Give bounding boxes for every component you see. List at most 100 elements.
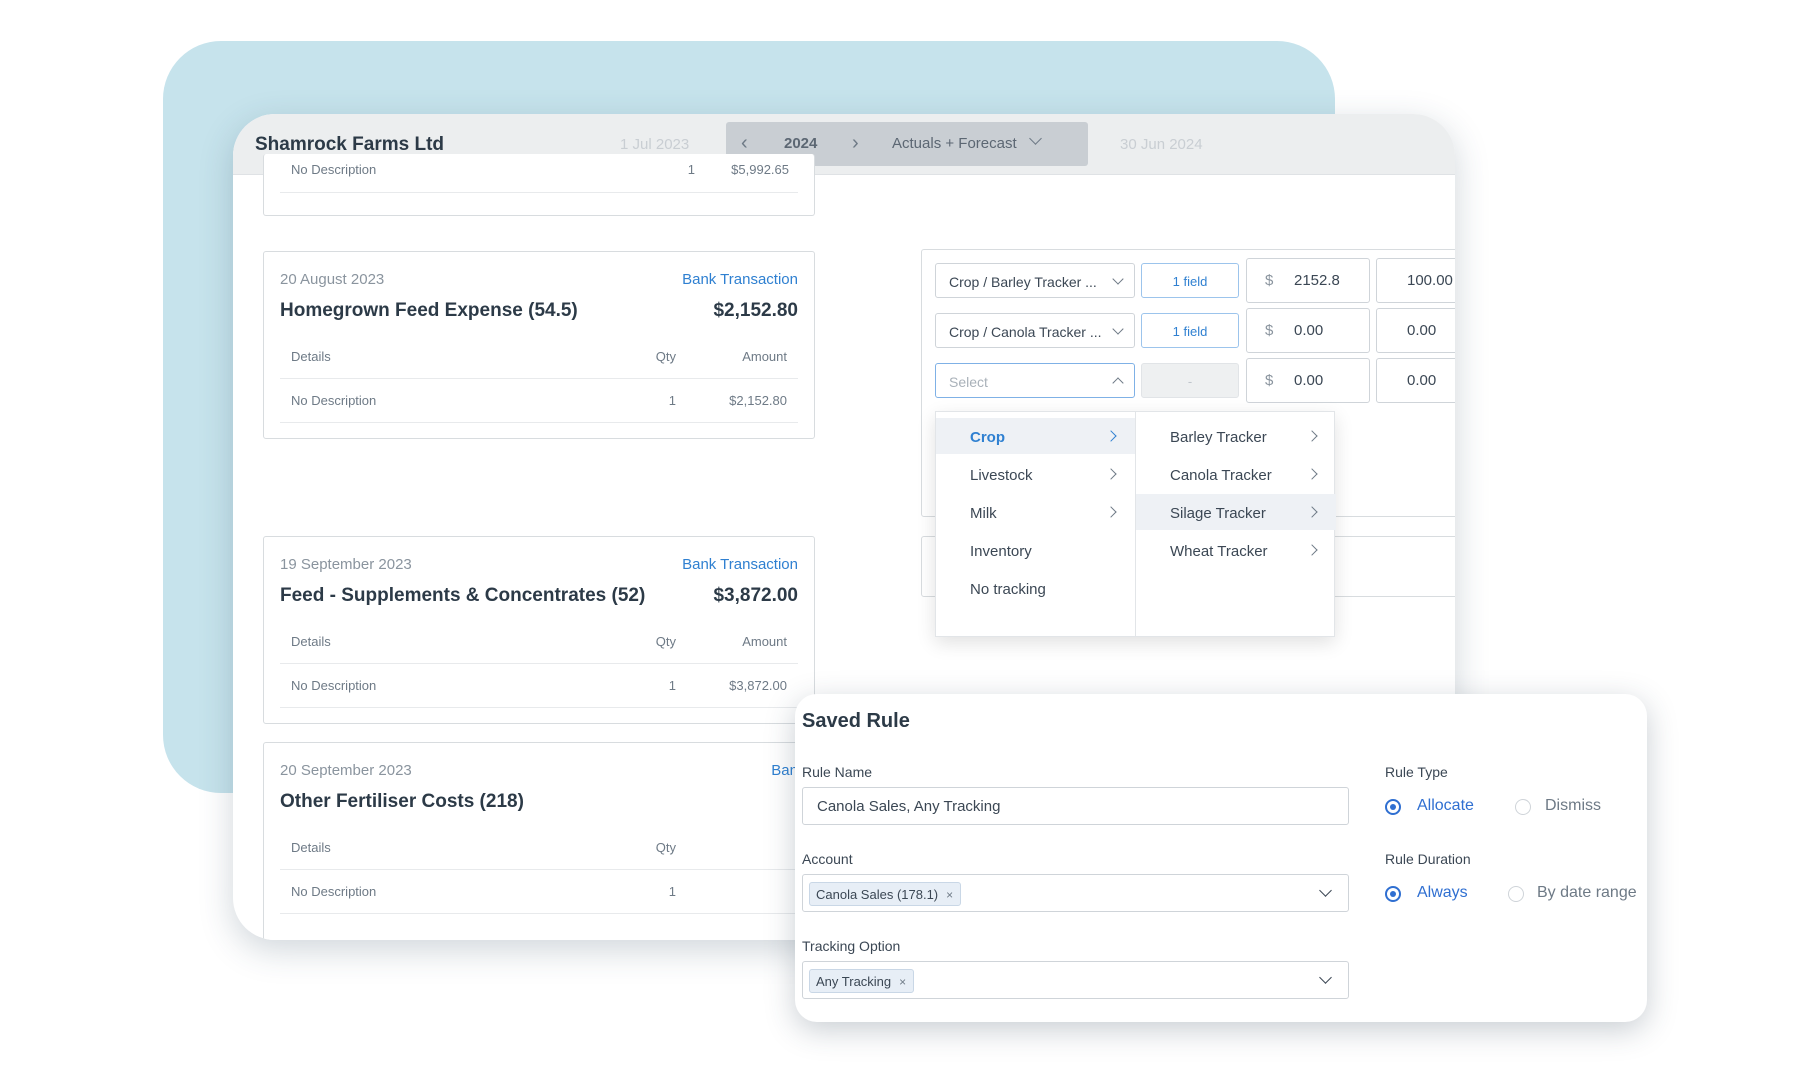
field-button[interactable]: 1 field xyxy=(1141,313,1239,348)
remove-tag-icon[interactable]: × xyxy=(946,888,953,902)
option-label: Wheat Tracker xyxy=(1170,543,1268,560)
period-end-date: 30 Jun 2024 xyxy=(1120,136,1203,153)
chevron-down-icon[interactable] xyxy=(1319,971,1332,984)
currency-symbol: $ xyxy=(1265,272,1274,289)
chevron-right-icon xyxy=(1105,468,1117,480)
category-item-livestock[interactable]: Livestock xyxy=(936,456,1135,492)
currency-symbol: $ xyxy=(1265,372,1274,389)
tracking-option-list: Barley Tracker Canola Tracker Silage Tra… xyxy=(1136,412,1336,636)
transaction-amount: $2,152.80 xyxy=(713,300,798,321)
transaction-title: Other Fertiliser Costs (218) xyxy=(280,791,524,812)
option-label: Canola Tracker xyxy=(1170,467,1272,484)
category-label: No tracking xyxy=(970,581,1046,598)
radio-always[interactable] xyxy=(1385,886,1401,902)
transaction-date: 20 August 2023 xyxy=(280,271,385,288)
chevron-right-icon[interactable]: › xyxy=(852,132,859,155)
chevron-right-icon xyxy=(1306,506,1318,518)
allocation-percent-input[interactable]: 0.00 xyxy=(1376,358,1455,403)
transaction-title: Homegrown Feed Expense (54.5) xyxy=(280,300,578,321)
year-label: 2024 xyxy=(784,135,818,152)
option-item-wheat-tracker[interactable]: Wheat Tracker xyxy=(1136,532,1336,568)
transaction-card[interactable]: 20 September 2023 Ban Other Fertiliser C… xyxy=(263,742,815,940)
chevron-right-icon xyxy=(1306,544,1318,556)
category-item-inventory[interactable]: Inventory xyxy=(936,532,1135,568)
tracking-option-label: Tracking Option xyxy=(802,938,901,954)
rule-duration-label: Rule Duration xyxy=(1385,851,1471,867)
amount-value: 0.00 xyxy=(1294,322,1324,339)
period-start-date: 1 Jul 2023 xyxy=(620,136,690,153)
column-header-details: Details xyxy=(291,634,331,649)
radio-by-date-range[interactable] xyxy=(1508,886,1524,902)
line-description: No Description xyxy=(291,162,377,177)
line-qty: 1 xyxy=(668,678,676,693)
chevron-right-icon xyxy=(1306,468,1318,480)
category-item-milk[interactable]: Milk xyxy=(936,494,1135,530)
field-button-disabled: - xyxy=(1141,363,1239,398)
category-item-crop[interactable]: Crop xyxy=(936,418,1135,454)
chevron-down-icon[interactable] xyxy=(1029,132,1042,145)
transaction-type-link[interactable]: Bank Transaction xyxy=(682,556,798,573)
line-amount: $5,992.65 xyxy=(731,162,789,177)
tracking-select[interactable]: Crop / Barley Tracker ... xyxy=(935,263,1135,298)
line-amount: $2,152.80 xyxy=(729,393,787,408)
account-label: Account xyxy=(802,851,853,867)
forecast-mode-dropdown[interactable]: Actuals + Forecast xyxy=(892,135,1017,152)
tracking-category-list: Crop Livestock Milk Inventory No trackin… xyxy=(936,412,1136,636)
chevron-down-icon[interactable] xyxy=(1319,884,1332,897)
chevron-down-icon xyxy=(1112,323,1124,335)
radio-always-label[interactable]: Always xyxy=(1417,884,1468,902)
tracking-select-open[interactable]: Select xyxy=(935,363,1135,398)
transaction-date: 20 September 2023 xyxy=(280,762,412,779)
transaction-card-partial: No Description 1 $5,992.65 xyxy=(263,154,815,216)
tracking-select-value: Crop / Barley Tracker ... xyxy=(949,274,1097,290)
tracking-option-select[interactable]: Any Tracking × xyxy=(802,961,1349,999)
transaction-card[interactable]: 20 August 2023 Bank Transaction Homegrow… xyxy=(263,251,815,439)
line-description: No Description xyxy=(291,678,377,693)
remove-tag-icon[interactable]: × xyxy=(899,975,906,989)
option-label: Silage Tracker xyxy=(1170,505,1266,522)
rule-type-label: Rule Type xyxy=(1385,764,1448,780)
transaction-card[interactable]: 19 September 2023 Bank Transaction Feed … xyxy=(263,536,815,724)
field-button[interactable]: 1 field xyxy=(1141,263,1239,298)
line-qty: 1 xyxy=(668,884,676,899)
allocation-amount-input[interactable]: $ 0.00 xyxy=(1246,358,1370,403)
tracking-dropdown-menu: Crop Livestock Milk Inventory No trackin… xyxy=(935,411,1336,637)
chevron-right-icon xyxy=(1306,430,1318,442)
saved-rule-panel: Saved Rule Rule Name Canola Sales, Any T… xyxy=(795,694,1647,1022)
radio-dismiss-label[interactable]: Dismiss xyxy=(1545,797,1601,815)
radio-allocate[interactable] xyxy=(1385,799,1401,815)
currency-symbol: $ xyxy=(1265,322,1274,339)
category-item-no-tracking[interactable]: No tracking xyxy=(936,570,1135,606)
column-header-details: Details xyxy=(291,840,331,855)
chevron-left-icon[interactable]: ‹ xyxy=(741,132,748,155)
allocation-amount-input[interactable]: $ 2152.8 xyxy=(1246,258,1370,303)
column-header-qty: Qty xyxy=(655,634,676,649)
column-header-details: Details xyxy=(291,349,331,364)
column-header-amount: Amount xyxy=(742,349,787,364)
option-item-canola-tracker[interactable]: Canola Tracker xyxy=(1136,456,1336,492)
allocation-percent-input[interactable]: 0.00 xyxy=(1376,308,1455,353)
allocation-percent-input[interactable]: 100.00 xyxy=(1376,258,1455,303)
option-label: Barley Tracker xyxy=(1170,429,1267,446)
transaction-amount: $3,872.00 xyxy=(713,585,798,606)
column-header-qty: Qty xyxy=(655,349,676,364)
option-item-silage-tracker[interactable]: Silage Tracker xyxy=(1136,494,1336,530)
tracking-select-placeholder: Select xyxy=(949,374,988,390)
line-qty: 1 xyxy=(668,393,676,408)
chevron-right-icon xyxy=(1105,506,1117,518)
rule-name-input[interactable]: Canola Sales, Any Tracking xyxy=(802,787,1349,825)
option-item-barley-tracker[interactable]: Barley Tracker xyxy=(1136,418,1336,454)
category-label: Inventory xyxy=(970,543,1032,560)
allocation-amount-input[interactable]: $ 0.00 xyxy=(1246,308,1370,353)
chevron-down-icon xyxy=(1112,273,1124,285)
transaction-type-link[interactable]: Ban xyxy=(771,762,798,779)
transaction-type-link[interactable]: Bank Transaction xyxy=(682,271,798,288)
chevron-right-icon xyxy=(1105,430,1117,442)
radio-dismiss[interactable] xyxy=(1515,799,1531,815)
tracking-select[interactable]: Crop / Canola Tracker ... xyxy=(935,313,1135,348)
transaction-title: Feed - Supplements & Concentrates (52) xyxy=(280,585,646,606)
radio-by-date-range-label[interactable]: By date range xyxy=(1537,884,1637,902)
account-select[interactable]: Canola Sales (178.1) × xyxy=(802,874,1349,912)
tracking-select-value: Crop / Canola Tracker ... xyxy=(949,324,1102,340)
radio-allocate-label[interactable]: Allocate xyxy=(1417,797,1474,815)
